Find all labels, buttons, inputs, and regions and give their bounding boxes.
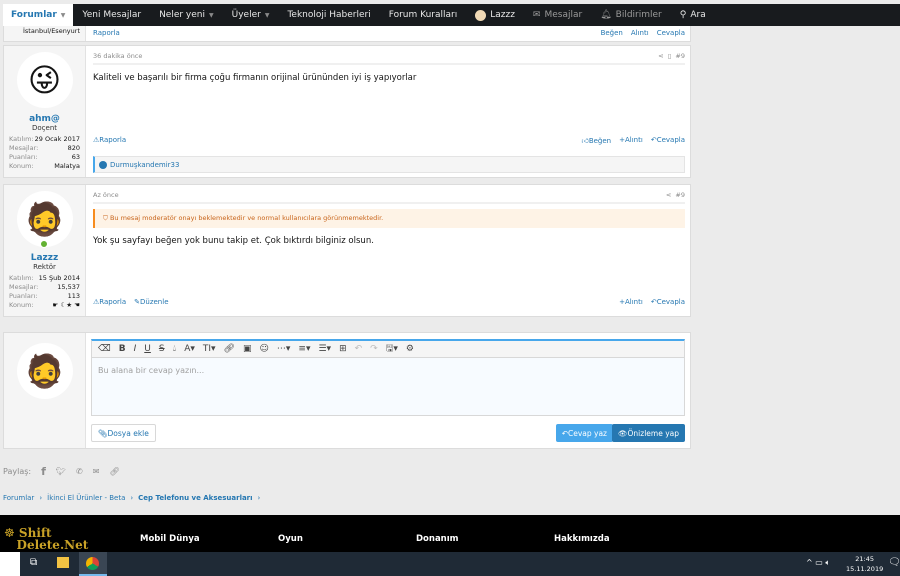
chrome-icon[interactable]: [79, 552, 107, 576]
edit-link[interactable]: ✎Düzenle: [134, 298, 168, 306]
twitter-icon[interactable]: 🐦︎: [56, 467, 66, 476]
facebook-icon[interactable]: f: [41, 465, 46, 478]
redo-icon[interactable]: ↷: [370, 344, 378, 354]
nav-whats-new[interactable]: Neler yeni ▼: [150, 4, 223, 26]
top-nav: Forumlar ▼ Yeni Mesajlar Neler yeni ▼ Üyel…: [3, 4, 900, 26]
previous-post: İstanbul/Esenyurt Raporla Beğen Alıntı Ceva…: [3, 26, 691, 42]
whatsapp-icon[interactable]: ✆: [76, 467, 83, 476]
align-icon[interactable]: ≡▾: [298, 344, 310, 354]
user-info: 😜 ahm@ Doçent Katılım: 29 Ocak 2017 Mesaj…: [4, 46, 86, 177]
share-icon[interactable]: ⋖: [666, 191, 671, 199]
link-icon[interactable]: 🔗︎: [109, 467, 119, 476]
report-link[interactable]: ⚠Raporla: [93, 136, 126, 145]
underline-icon[interactable]: U: [144, 344, 151, 354]
link-icon[interactable]: 🔗︎: [224, 344, 235, 354]
quote-link[interactable]: +Alıntı: [619, 136, 643, 145]
username[interactable]: Lazzz: [9, 253, 80, 263]
reply-link[interactable]: ↶Cevapla: [651, 298, 685, 306]
like-link[interactable]: 👍︎Beğen: [582, 136, 612, 145]
post-number[interactable]: #9: [675, 191, 685, 199]
file-explorer-icon[interactable]: [57, 557, 69, 568]
chevron-down-icon[interactable]: ▼: [61, 12, 66, 19]
submit-reply-button[interactable]: ↶ Cevap yaz: [555, 424, 613, 442]
strike-icon[interactable]: S: [159, 344, 165, 354]
avatar[interactable]: 😜: [16, 52, 73, 108]
nav-alerts[interactable]: 🔔︎ Bildirimler: [591, 4, 671, 26]
nav-account[interactable]: Lazzz: [466, 4, 524, 26]
quote-link[interactable]: +Alıntı: [619, 298, 643, 306]
chevron-down-icon: ▼: [209, 11, 214, 19]
post: 🧔 Lazzz Rektör Katılım: 15 Şub 2014 Mesaj…: [3, 184, 691, 317]
notifications-icon[interactable]: 🗨︎: [888, 557, 900, 568]
reply-box: 🧔 ⌫ B I U S 💧︎ A▾ TI▾ 🔗︎ ▣ ☺ ⋯▾ ≡▾ ☰▾ ⊞ ↶ ↷ 🖫▾ ⚙ Bu alana …: [3, 332, 691, 449]
smiley-icon[interactable]: ☺: [260, 344, 269, 354]
avatar: [475, 9, 487, 21]
post-time[interactable]: 36 dakika önce: [93, 52, 142, 60]
moderation-notice: ⛉ Bu mesaj moderatör onayı beklemektedir…: [93, 209, 685, 228]
settings-icon[interactable]: ⚙: [406, 344, 414, 354]
font-size-icon[interactable]: TI▾: [203, 344, 216, 354]
clock[interactable]: 21:45 15.11.2019: [846, 554, 883, 574]
list-icon[interactable]: ☰▾: [318, 344, 331, 354]
report-link[interactable]: Raporla: [93, 29, 120, 38]
username[interactable]: ahm@: [9, 114, 80, 124]
italic-icon[interactable]: I: [134, 344, 137, 354]
post-text: Yok şu sayfayı beğen yok bunu takip et. …: [93, 236, 374, 246]
nav-tech-news[interactable]: Teknoloji Haberleri: [278, 4, 379, 26]
breadcrumb: Forumlar › İkinci El Ürünler - Beta › Cep …: [3, 494, 261, 502]
shield-icon: ⛉: [103, 214, 108, 222]
nav-members[interactable]: Üyeler ▼: [223, 4, 279, 26]
editor-toolbar: ⌫ B I U S 💧︎ A▾ TI▾ 🔗︎ ▣ ☺ ⋯▾ ≡▾ ☰▾ ⊞ ↶ ↷ 🖫▾ ⚙: [91, 339, 685, 358]
color-icon[interactable]: 💧︎: [173, 344, 177, 354]
table-icon[interactable]: ⊞: [339, 344, 347, 354]
more-icon[interactable]: ⋯▾: [277, 344, 291, 354]
quote-link[interactable]: Alıntı: [631, 29, 649, 38]
email-icon[interactable]: ✉: [93, 467, 100, 476]
reply-input[interactable]: Bu alana bir cevap yazın...: [91, 358, 685, 416]
avatar[interactable]: 🧔: [16, 191, 73, 247]
preview-button[interactable]: 👁︎ Önizleme yap: [611, 424, 685, 442]
search-icon: ⚲: [679, 10, 687, 20]
attach-file-button[interactable]: 📎︎ Dosya ekle: [91, 424, 156, 442]
share-bar: Paylaş: f 🐦︎ ✆ ✉ 🔗︎: [3, 465, 120, 478]
bookmark-icon[interactable]: ▯: [668, 52, 672, 60]
avatar: 🧔: [16, 343, 73, 399]
nav-rules[interactable]: Forum Kuralları: [380, 4, 466, 26]
start-button[interactable]: [0, 552, 20, 576]
reply-link[interactable]: Cevapla: [657, 29, 685, 38]
bell-icon: 🔔︎: [600, 10, 612, 20]
post-text: Kaliteli ve başarılı bir firma çoğu firm…: [93, 73, 417, 83]
reactions-bar: Durmuşkandemir33: [93, 156, 685, 173]
nav-new-posts[interactable]: Yeni Mesajlar: [73, 4, 150, 26]
post: 😜 ahm@ Doçent Katılım: 29 Ocak 2017 Mesaj…: [3, 45, 691, 178]
site-logo[interactable]: ☸ Shift Delete.Net: [4, 527, 88, 551]
reply-link[interactable]: ↶Cevapla: [651, 136, 685, 145]
eraser-icon[interactable]: ⌫: [98, 344, 111, 354]
post-time[interactable]: Az önce: [93, 191, 119, 199]
chevron-down-icon: ▼: [264, 11, 270, 19]
task-view-icon[interactable]: ⧉: [30, 557, 37, 568]
report-link[interactable]: ⚠Raporla: [93, 298, 126, 306]
nav-messages[interactable]: ✉ Mesajlar: [524, 4, 591, 26]
bold-icon[interactable]: B: [119, 344, 126, 354]
post-number[interactable]: #9: [675, 52, 685, 60]
like-link[interactable]: Beğen: [601, 29, 623, 38]
share-icon[interactable]: ⋖: [658, 52, 663, 60]
site-footer: ☸ Shift Delete.Net Mobil Dünya Oyun Dona…: [0, 515, 900, 552]
envelope-icon: ✉: [532, 10, 541, 20]
undo-icon[interactable]: ↶: [355, 344, 363, 354]
taskbar: ⧉ ^ ▭ 🔈︎ 21:45 15.11.2019 🗨︎: [0, 552, 900, 576]
like-icon: [99, 160, 107, 169]
image-icon[interactable]: ▣: [243, 344, 252, 354]
online-icon: [40, 240, 48, 248]
tray-icons[interactable]: ^ ▭ 🔈︎: [806, 558, 830, 568]
font-icon[interactable]: A▾: [184, 344, 195, 354]
nav-search[interactable]: ⚲ Ara: [671, 4, 715, 26]
user-info: 🧔 Lazzz Rektör Katılım: 15 Şub 2014 Mesaj…: [4, 185, 86, 316]
nav-forumlar[interactable]: Forumlar ▼: [3, 4, 74, 26]
drafts-icon[interactable]: 🖫▾: [386, 341, 398, 357]
